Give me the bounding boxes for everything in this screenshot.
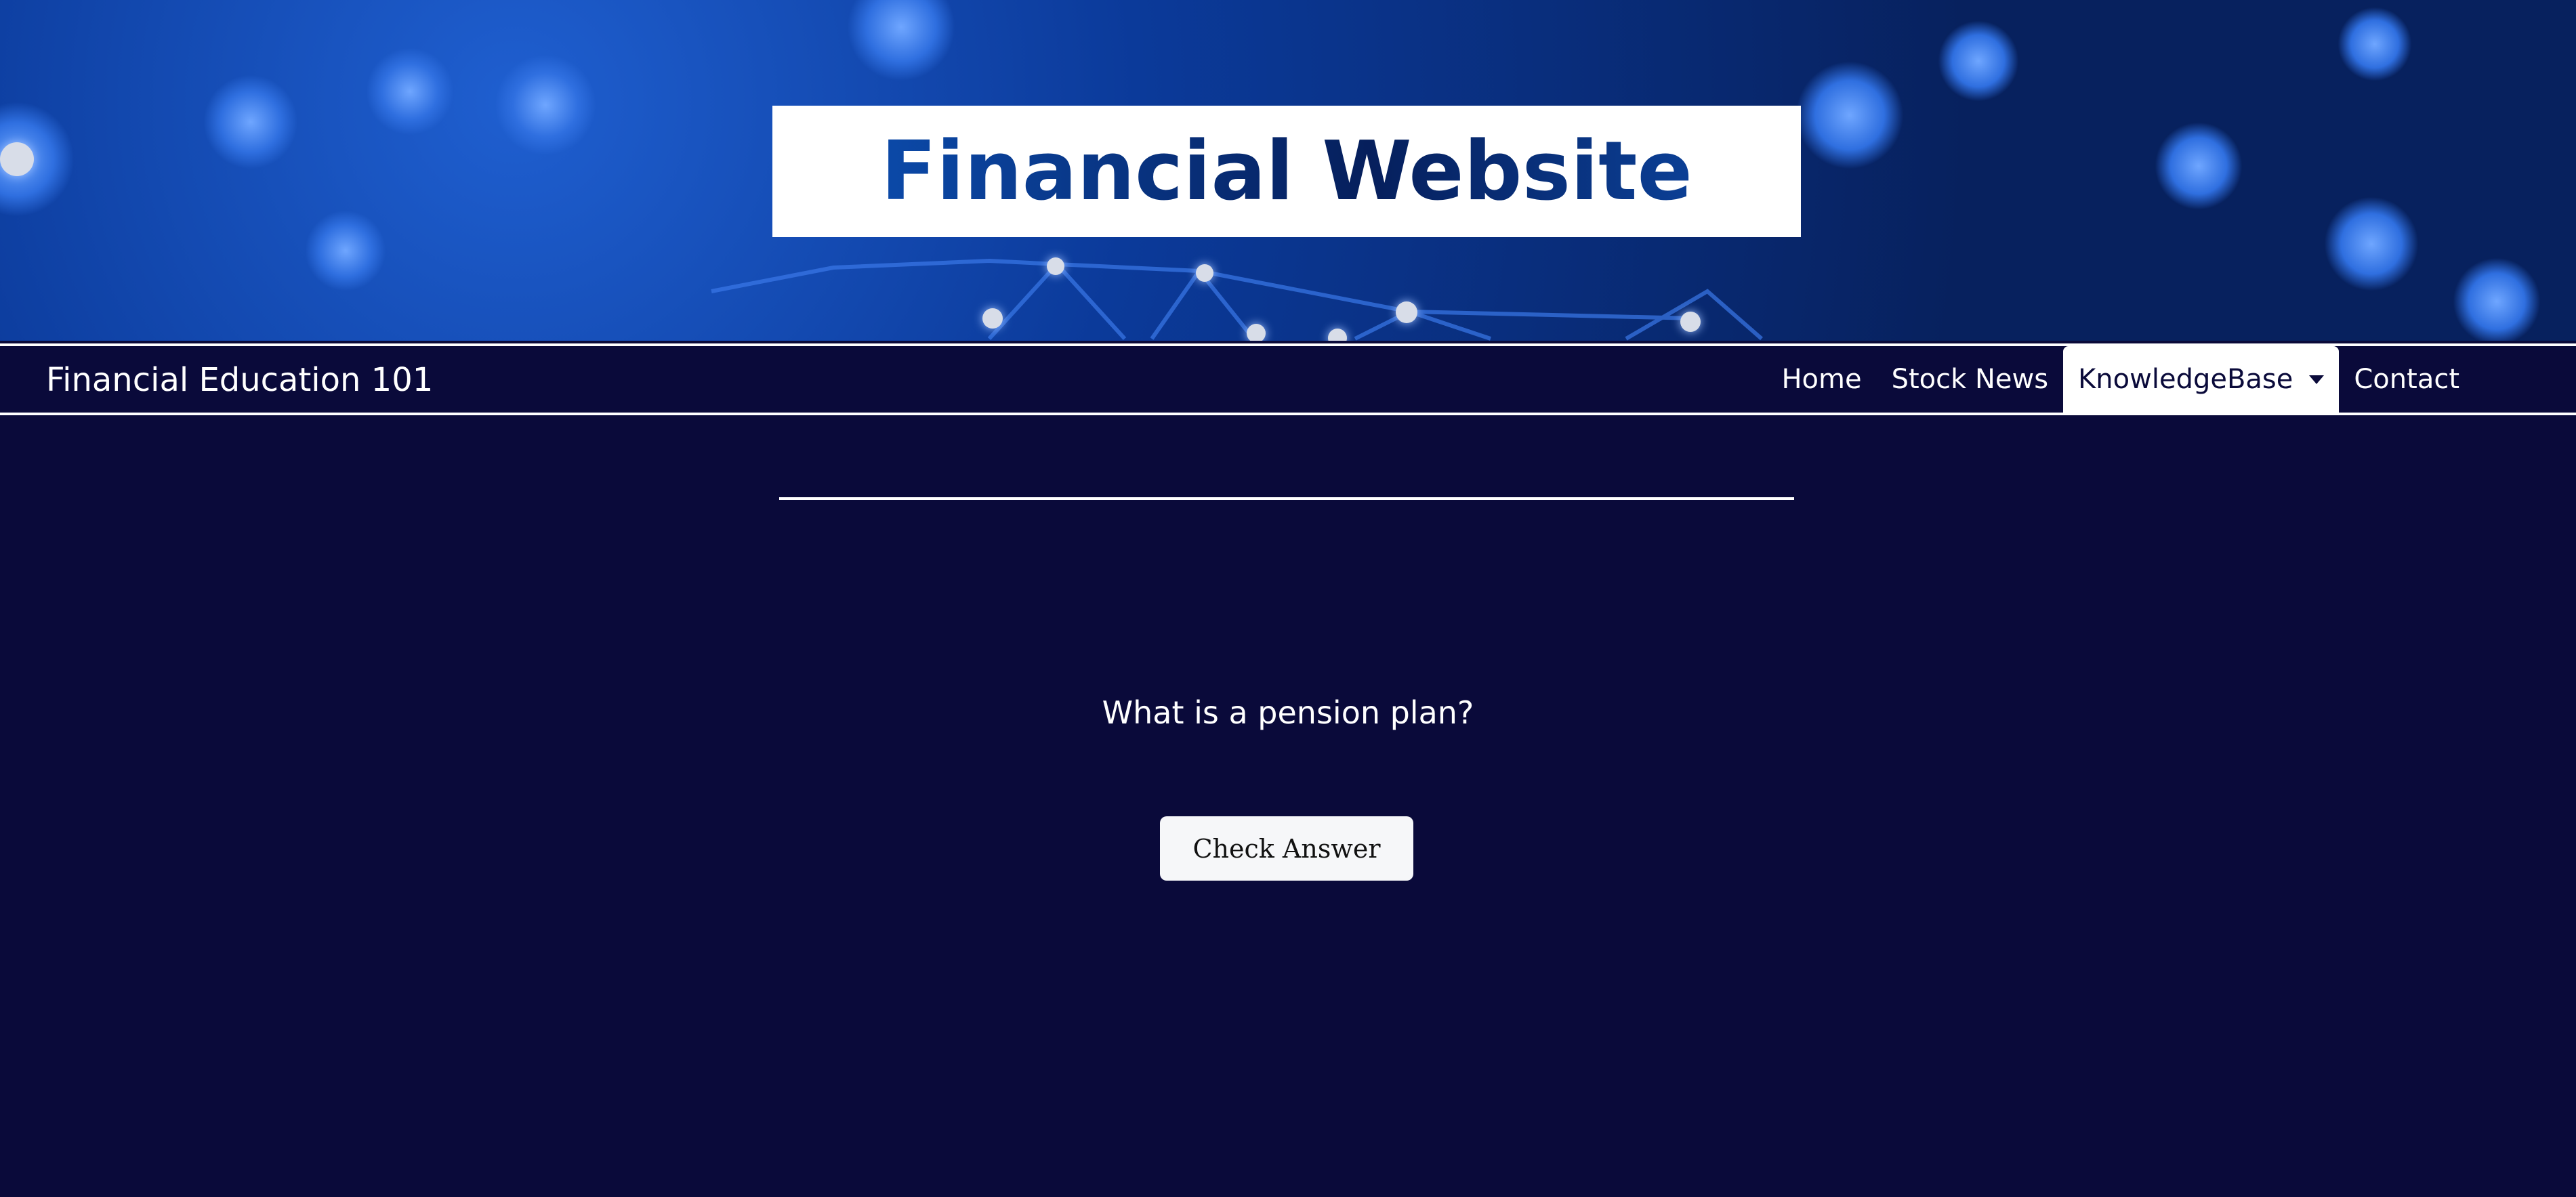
nav-item-home[interactable]: Home (1766, 346, 1876, 413)
banner-node (1196, 264, 1213, 282)
question-text: What is a pension plan? (1102, 694, 1474, 731)
nav-item-stock-news[interactable]: Stock News (1877, 346, 2064, 413)
banner-node (1396, 301, 1417, 323)
check-answer-button[interactable]: Check Answer (1160, 816, 1413, 881)
banner-node (1680, 312, 1701, 332)
divider (779, 497, 1794, 500)
caret-down-icon (2309, 375, 2325, 384)
banner-node (982, 308, 1003, 329)
header-banner: Financial Website (0, 0, 2576, 341)
site-title-box: Financial Website (772, 106, 1801, 237)
nav-item-contact[interactable]: Contact (2339, 346, 2474, 413)
nav-item-knowledgebase-dropdown[interactable]: KnowledgeBase (2063, 346, 2340, 413)
navbar-brand[interactable]: Financial Education 101 (46, 361, 433, 399)
navbar: Financial Education 101 Home Stock News … (0, 343, 2576, 415)
banner-node (1247, 324, 1266, 341)
nav-item-knowledgebase-label: KnowledgeBase (2078, 364, 2293, 395)
nav-menu: Home Stock News KnowledgeBase Contact (1766, 346, 2474, 413)
banner-node (0, 142, 34, 176)
banner-node (1047, 257, 1064, 275)
site-title: Financial Website (881, 124, 1692, 219)
